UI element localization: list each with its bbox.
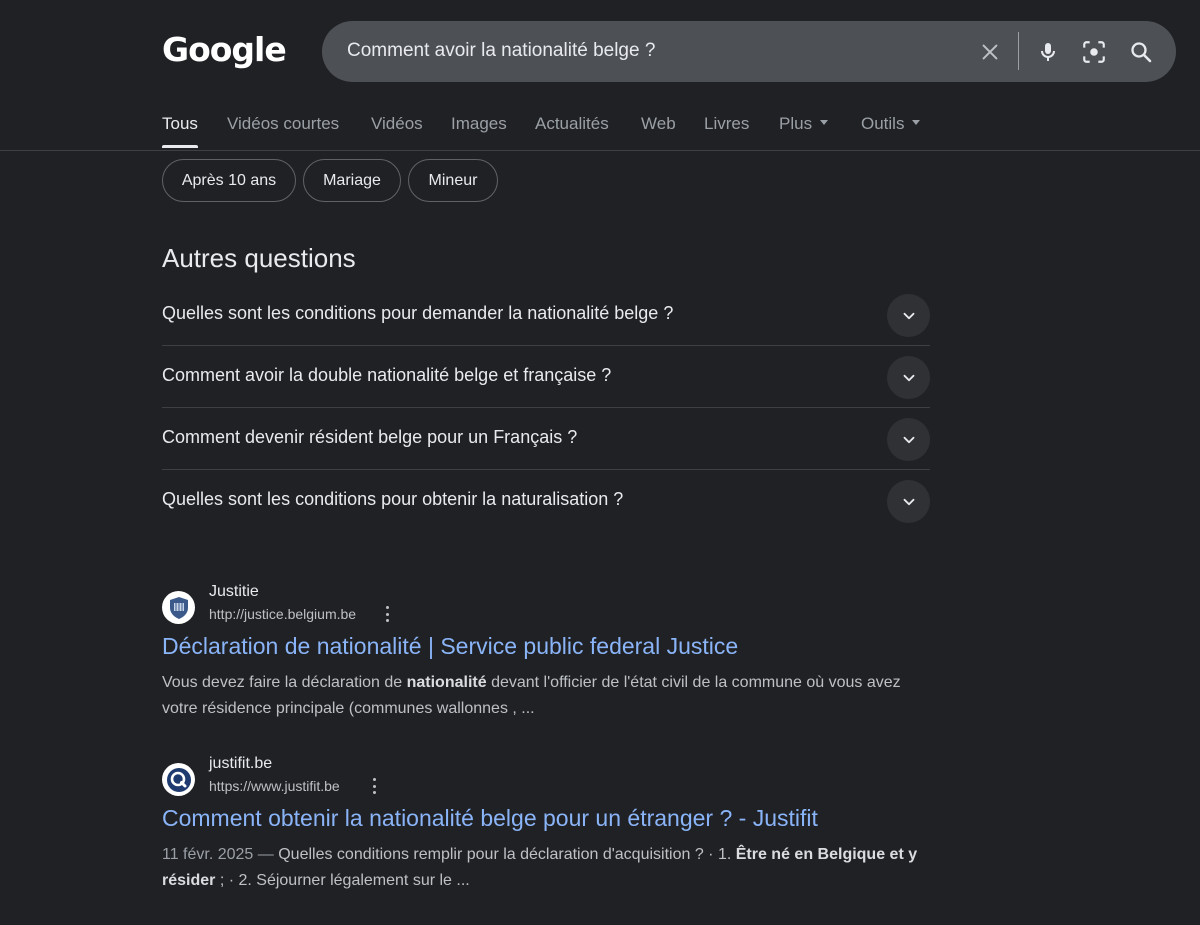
- search-tabs: Tous Vidéos courtes Vidéos Images Actual…: [0, 100, 1200, 151]
- site-url[interactable]: http://justice.belgium.be: [209, 606, 356, 622]
- tab-web[interactable]: Web: [641, 114, 676, 134]
- site-name[interactable]: Justitie: [209, 583, 259, 601]
- question-text: Quelles sont les conditions pour demande…: [162, 303, 674, 323]
- tab-outils[interactable]: Outils: [861, 114, 921, 134]
- question-text: Comment avoir la double nationalité belg…: [162, 365, 612, 385]
- expand-button[interactable]: [887, 418, 930, 461]
- caret-down-icon: [912, 120, 921, 126]
- caret-down-icon: [820, 120, 829, 126]
- search-box[interactable]: Comment avoir la nationalité belge ?: [322, 21, 1176, 82]
- tab-images[interactable]: Images: [451, 114, 507, 134]
- snippet-date: 11 févr. 2025 —: [162, 846, 279, 863]
- more-options-icon[interactable]: [368, 776, 380, 796]
- question-item[interactable]: Comment devenir résident belge pour un F…: [162, 408, 930, 470]
- result-title-link[interactable]: Déclaration de nationalité | Service pub…: [162, 633, 738, 660]
- result-snippet: Vous devez faire la déclaration de natio…: [162, 670, 937, 722]
- tab-actualites[interactable]: Actualités: [535, 114, 609, 134]
- tab-outils-label: Outils: [861, 114, 905, 133]
- expand-button[interactable]: [887, 480, 930, 523]
- people-also-ask-title: Autres questions: [162, 243, 356, 273]
- expand-button[interactable]: [887, 356, 930, 399]
- chevron-down-icon: [903, 436, 914, 443]
- site-url[interactable]: https://www.justifit.be: [209, 778, 340, 794]
- question-text: Quelles sont les conditions pour obtenir…: [162, 489, 624, 509]
- microphone-icon[interactable]: [1031, 35, 1065, 69]
- chip-mineur[interactable]: Mineur: [408, 159, 498, 202]
- search-divider: [1018, 32, 1019, 70]
- expand-button[interactable]: [887, 294, 930, 337]
- site-name[interactable]: justifit.be: [209, 755, 272, 773]
- snippet-bold: nationalité: [406, 674, 487, 691]
- snippet-text: Quelles conditions remplir pour la décla…: [278, 846, 736, 863]
- chip-apres-10-ans[interactable]: Après 10 ans: [162, 159, 296, 202]
- google-logo[interactable]: Google: [162, 30, 287, 69]
- result-title-link[interactable]: Comment obtenir la nationalité belge pou…: [162, 805, 818, 832]
- chip-mariage[interactable]: Mariage: [303, 159, 401, 202]
- question-text: Comment devenir résident belge pour un F…: [162, 427, 578, 447]
- search-result: Justitie http://justice.belgium.be Décla…: [162, 583, 942, 731]
- search-result: justifit.be https://www.justifit.be Comm…: [162, 755, 942, 903]
- snippet-text: Vous devez faire la déclaration de: [162, 674, 407, 691]
- tab-videos[interactable]: Vidéos: [371, 114, 423, 134]
- justice-favicon-icon[interactable]: [162, 591, 195, 624]
- tab-plus-label: Plus: [779, 114, 813, 133]
- camera-lens-icon[interactable]: [1077, 35, 1111, 69]
- justifit-favicon-icon[interactable]: [162, 763, 195, 796]
- chevron-down-icon: [903, 374, 914, 381]
- search-icon[interactable]: [1124, 35, 1158, 69]
- tab-livres[interactable]: Livres: [704, 114, 749, 134]
- tab-plus[interactable]: Plus: [779, 114, 829, 134]
- question-item[interactable]: Quelles sont les conditions pour obtenir…: [162, 470, 930, 532]
- tab-tous[interactable]: Tous: [162, 114, 198, 148]
- result-snippet: 11 févr. 2025 — Quelles conditions rempl…: [162, 842, 937, 894]
- clear-icon[interactable]: [973, 35, 1007, 69]
- snippet-text: ; · 2. Séjourner légalement sur le ...: [215, 872, 470, 889]
- question-item[interactable]: Quelles sont les conditions pour demande…: [162, 284, 930, 346]
- question-item[interactable]: Comment avoir la double nationalité belg…: [162, 346, 930, 408]
- tab-videos-courtes[interactable]: Vidéos courtes: [227, 114, 339, 134]
- search-input[interactable]: Comment avoir la nationalité belge ?: [347, 40, 655, 62]
- chevron-down-icon: [903, 498, 914, 505]
- chevron-down-icon: [903, 312, 914, 319]
- more-options-icon[interactable]: [381, 604, 393, 624]
